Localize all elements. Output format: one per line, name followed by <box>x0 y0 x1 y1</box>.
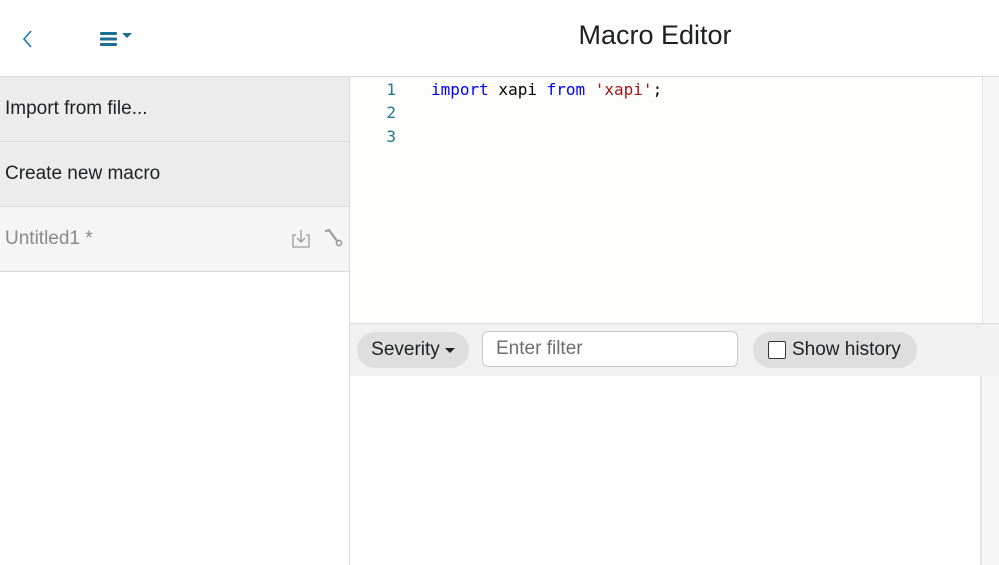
code-line: 1 import xapi from 'xapi'; <box>350 78 982 102</box>
log-scrollbar[interactable] <box>982 376 999 565</box>
sidebar: Import from file... Create new macro Unt… <box>0 77 350 565</box>
log-toolbar: Severity Show history <box>350 323 999 377</box>
identifier-token: xapi <box>488 79 547 99</box>
show-history-checkbox[interactable] <box>768 341 786 359</box>
chevron-left-icon <box>22 30 32 48</box>
code-line: 3 <box>350 125 982 149</box>
caret-down-icon <box>444 347 455 353</box>
header-bar: Macro Editor <box>0 0 999 77</box>
code-text: import xapi from 'xapi'; <box>396 78 662 102</box>
line-number: 1 <box>386 79 396 99</box>
keyword-token: import <box>431 79 489 99</box>
download-icon[interactable] <box>291 227 311 249</box>
log-output <box>350 376 982 565</box>
import-from-file-label: Import from file... <box>5 98 148 119</box>
code-editor[interactable]: 1 import xapi from 'xapi'; 2 3 <box>350 77 983 323</box>
severity-label: Severity <box>371 339 440 360</box>
create-new-macro-button[interactable]: Create new macro <box>0 142 349 207</box>
keyword-token: from <box>546 79 586 99</box>
back-button[interactable] <box>16 26 40 54</box>
string-token: 'xapi' <box>594 79 653 99</box>
menu-dropdown-button[interactable] <box>98 28 138 50</box>
line-number: 2 <box>386 103 396 122</box>
macro-list-item[interactable]: Untitled1 * <box>0 207 349 272</box>
macro-name: Untitled1 * <box>5 228 93 249</box>
code-line: 2 <box>350 101 982 125</box>
severity-dropdown[interactable]: Severity <box>357 332 469 368</box>
import-from-file-button[interactable]: Import from file... <box>0 77 349 142</box>
filter-input[interactable] <box>482 331 738 367</box>
wrench-icon[interactable] <box>323 227 343 249</box>
hamburger-menu-icon <box>100 32 132 46</box>
editor-scrollbar[interactable] <box>983 77 999 323</box>
show-history-label: Show history <box>792 339 901 360</box>
page-title: Macro Editor <box>578 20 732 50</box>
punctuation-token: ; <box>652 79 663 99</box>
show-history-toggle[interactable]: Show history <box>753 332 917 368</box>
create-new-macro-label: Create new macro <box>5 163 161 184</box>
line-number: 3 <box>386 126 396 146</box>
